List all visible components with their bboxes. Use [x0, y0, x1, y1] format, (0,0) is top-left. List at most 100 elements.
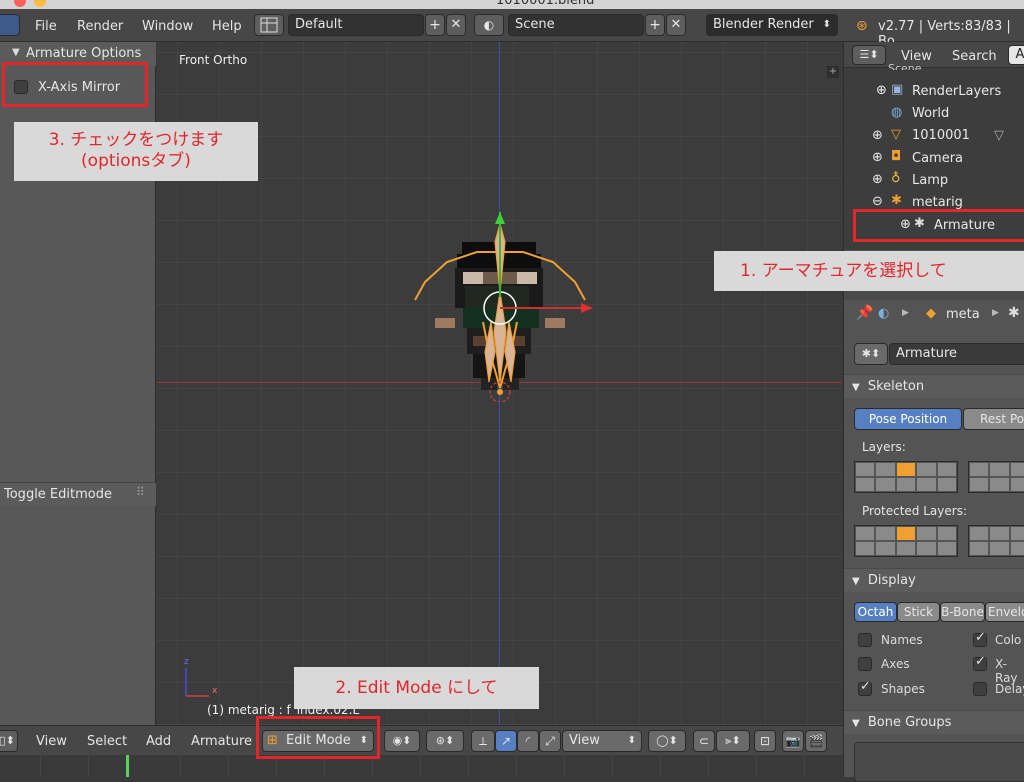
collapse-triangle-icon: ▼ — [852, 718, 860, 729]
menu-render[interactable]: Render — [77, 19, 123, 34]
pose-position-button[interactable]: Pose Position — [854, 408, 962, 430]
collapse-triangle-icon: ▼ — [12, 47, 20, 58]
editor-type-icon[interactable] — [0, 14, 20, 36]
collapse-triangle-icon: ▼ — [852, 382, 860, 393]
highlight-x-axis-mirror — [2, 62, 148, 107]
outliner-item-renderlayers[interactable]: RenderLayers — [912, 84, 1001, 99]
protected-layers-grid-2[interactable] — [968, 525, 1024, 557]
proportional-edit-icon[interactable]: ◯⬍ — [648, 730, 686, 752]
step3-line2: (optionsタブ) — [81, 151, 191, 171]
menu-view[interactable]: View — [36, 734, 67, 749]
collapse-icon[interactable]: ⊖ — [872, 194, 883, 209]
armature-datablock-icon[interactable]: ✱⬍ — [854, 343, 888, 365]
pin-icon[interactable]: 📌 — [856, 305, 873, 321]
menu-select[interactable]: Select — [87, 734, 127, 749]
rotate-manipulator-icon[interactable]: ◜ — [517, 730, 539, 752]
layers-label: Layers: — [862, 440, 906, 454]
pivot-point-icon[interactable]: ⊛⬍ — [426, 730, 464, 752]
menu-window[interactable]: Window — [142, 19, 193, 34]
transform-orientation-dropdown[interactable]: View ⬍ — [562, 730, 642, 752]
lamp-icon: ♁ — [891, 171, 901, 186]
protected-layers-label: Protected Layers: — [862, 504, 967, 518]
world-icon: ◍ — [891, 105, 903, 120]
add-scene-icon[interactable]: + — [645, 14, 665, 36]
close-window-icon[interactable] — [14, 0, 26, 7]
outliner-item-lamp[interactable]: Lamp — [912, 173, 948, 188]
remove-scene-icon[interactable]: ✕ — [666, 14, 686, 36]
breadcrumb-arrow-icon: ▶ — [992, 308, 999, 318]
outliner-item-scene[interactable]: Scene — [888, 62, 922, 70]
editor-type-icon[interactable]: ◧⬍ — [0, 730, 18, 752]
render-animation-icon[interactable]: 🎬 — [805, 730, 827, 752]
protected-layers-grid[interactable] — [854, 525, 958, 557]
outliner-editor-icon[interactable]: ☰⬍ — [852, 45, 886, 65]
menu-armature[interactable]: Armature — [191, 734, 252, 749]
skeleton-title: Skeleton — [867, 379, 925, 394]
outliner-item-camera[interactable]: Camera — [912, 151, 963, 166]
expand-icon[interactable]: ⊕ — [872, 150, 883, 165]
drag-handle-icon[interactable]: ⠿ — [136, 485, 145, 499]
display-octahedral-button[interactable]: Octah — [854, 602, 897, 622]
armature-data-icon: ✱ — [1008, 305, 1020, 321]
scene-context-icon: ◐ — [878, 306, 890, 321]
names-checkbox[interactable] — [858, 633, 872, 647]
bone-layers-grid-2[interactable] — [968, 461, 1024, 493]
outliner-search-menu[interactable]: Search — [952, 49, 997, 64]
manipulator-toggle-icon[interactable]: ⟂ — [471, 730, 495, 752]
translate-manipulator-icon[interactable]: ↗ — [495, 730, 517, 752]
object-icon: ◆ — [926, 306, 936, 321]
outliner-all-button[interactable]: A — [1008, 45, 1024, 65]
expand-panel-icon[interactable]: + — [827, 66, 839, 78]
armature-datablock-field[interactable]: Armature — [889, 343, 1024, 365]
display-envelope-button[interactable]: Envelo — [985, 602, 1024, 622]
expand-icon[interactable]: ⊕ — [876, 83, 887, 98]
menu-add[interactable]: Add — [146, 734, 171, 749]
minimize-window-icon[interactable] — [34, 0, 46, 7]
outliner-header: ☰⬍ View Search A — [844, 42, 1024, 68]
delay-checkbox[interactable] — [973, 682, 987, 696]
snap-icon[interactable]: ⊂ — [693, 730, 715, 752]
timeline-strip[interactable] — [0, 755, 843, 777]
remove-layout-icon[interactable]: ✕ — [446, 14, 466, 36]
screen-layout-icon[interactable] — [254, 14, 284, 36]
bone-layers-grid[interactable] — [854, 461, 958, 493]
menu-file[interactable]: File — [35, 19, 57, 34]
axes-checkbox[interactable] — [858, 657, 872, 671]
viewport-header: ◧⬍ View Select Add Armature ⊞ Edit Mode … — [0, 725, 843, 755]
snap-target-icon[interactable]: ⊡ — [754, 730, 776, 752]
display-panel-header[interactable]: ▼ Display — [844, 568, 1024, 592]
outliner-item-world[interactable]: World — [912, 106, 949, 121]
bone-groups-panel-header[interactable]: ▼ Bone Groups — [844, 710, 1024, 734]
3d-viewport[interactable]: Front Ortho + z x (1) metarig: f_index.… — [157, 42, 842, 725]
rest-position-button[interactable]: Rest Po — [963, 408, 1024, 430]
colors-label: Colo — [995, 633, 1022, 647]
blender-logo-icon: ⊛ — [856, 18, 868, 34]
xray-checkbox[interactable] — [973, 654, 987, 671]
snap-element-icon[interactable]: ⫸⬍ — [716, 730, 750, 752]
display-bbone-button[interactable]: B-Bone — [940, 602, 985, 622]
breadcrumb-object: meta — [946, 307, 980, 322]
outliner-item-1010001[interactable]: 1010001 — [912, 128, 970, 143]
scene-icon[interactable]: ◐ — [474, 14, 504, 36]
colors-checkbox[interactable] — [973, 630, 987, 647]
expand-icon[interactable]: ⊕ — [872, 172, 883, 187]
shapes-checkbox[interactable] — [858, 679, 872, 696]
display-title: Display — [867, 573, 916, 588]
character-mesh — [414, 212, 593, 402]
operator-panel-header[interactable]: Toggle Editmode ⠿ — [0, 482, 156, 506]
outliner-item-metarig[interactable]: metarig — [912, 195, 963, 210]
render-still-icon[interactable]: 📷 — [782, 730, 804, 752]
add-layout-icon[interactable]: + — [425, 14, 445, 36]
scale-manipulator-icon[interactable]: ⤢ — [539, 730, 561, 752]
display-stick-button[interactable]: Stick — [897, 602, 940, 622]
skeleton-panel-header[interactable]: ▼ Skeleton — [844, 374, 1024, 398]
expand-icon[interactable]: ⊕ — [872, 128, 883, 143]
bone-groups-list[interactable] — [854, 742, 1024, 782]
render-engine-dropdown[interactable]: Blender Render ⬍ — [706, 14, 838, 36]
menu-help[interactable]: Help — [212, 19, 242, 34]
scene-field[interactable]: Scene — [508, 14, 644, 36]
viewport-shading-icon[interactable]: ◉⬍ — [384, 730, 420, 752]
mesh-data-icon: ▽ — [994, 128, 1004, 143]
current-frame-marker[interactable] — [126, 755, 129, 777]
screen-layout-field[interactable]: Default — [288, 14, 424, 36]
